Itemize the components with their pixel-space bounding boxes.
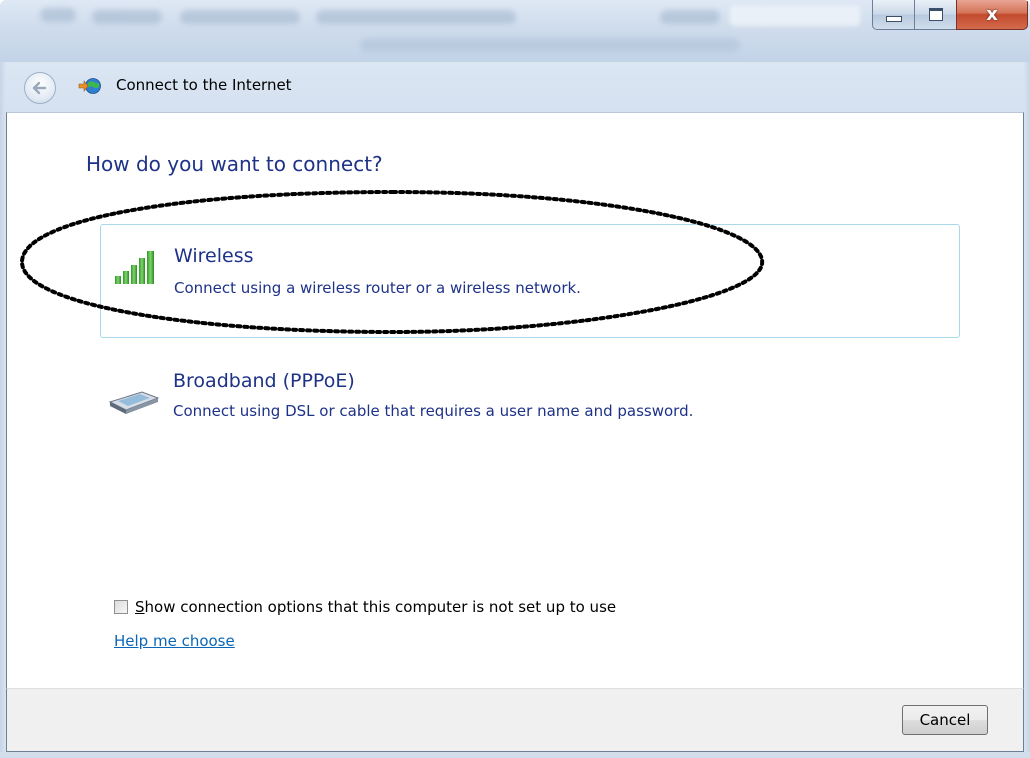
window-frame-bottom (0, 752, 1030, 758)
blurred-glass (180, 10, 300, 24)
title-bar[interactable]: x (0, 0, 1030, 62)
window-frame-right (1024, 62, 1030, 758)
connect-internet-icon (78, 78, 101, 94)
option-label-broadband: Broadband (PPPoE) (173, 370, 355, 392)
blurred-glass (316, 10, 516, 24)
maximize-icon (928, 8, 943, 21)
maximize-button[interactable] (914, 0, 956, 30)
minimize-button[interactable] (872, 0, 914, 30)
option-description-wireless: Connect using a wireless router or a wir… (174, 279, 581, 297)
show-options-label-text: how connection options that this compute… (144, 598, 617, 616)
show-options-mnemonic: S (135, 598, 145, 616)
blurred-glass (730, 6, 860, 26)
option-broadband[interactable]: Broadband (PPPoE) Connect using DSL or c… (100, 350, 960, 464)
close-icon: x (986, 4, 998, 25)
blurred-glass (92, 10, 162, 24)
blurred-glass (660, 10, 720, 24)
option-wireless[interactable]: Wireless Connect using a wireless router… (100, 224, 960, 338)
back-arrow-icon (32, 81, 47, 95)
page-heading: How do you want to connect? (86, 152, 383, 176)
broadband-modem-icon (108, 391, 160, 414)
caption-buttons: x (872, 0, 1028, 32)
show-options-checkbox-row[interactable]: Show connection options that this comput… (114, 596, 616, 618)
content-bottom-padding (6, 672, 1024, 688)
show-options-checkbox[interactable] (114, 600, 128, 614)
help-me-choose-link[interactable]: Help me choose (114, 632, 235, 650)
show-options-label: Show connection options that this comput… (135, 598, 616, 616)
cancel-button[interactable]: Cancel (902, 705, 988, 735)
back-button[interactable] (24, 72, 56, 104)
wizard-footer (6, 688, 1024, 752)
connect-to-internet-window: x Connect to the Internet How do you wan… (0, 0, 1030, 758)
minimize-icon (885, 15, 902, 22)
option-description-broadband: Connect using DSL or cable that requires… (173, 402, 694, 420)
option-label-wireless: Wireless (174, 245, 254, 267)
close-button[interactable]: x (956, 0, 1028, 30)
window-title: Connect to the Internet (116, 76, 292, 94)
wireless-signal-icon (115, 251, 154, 284)
blurred-glass (40, 8, 76, 22)
blurred-glass (360, 38, 740, 52)
